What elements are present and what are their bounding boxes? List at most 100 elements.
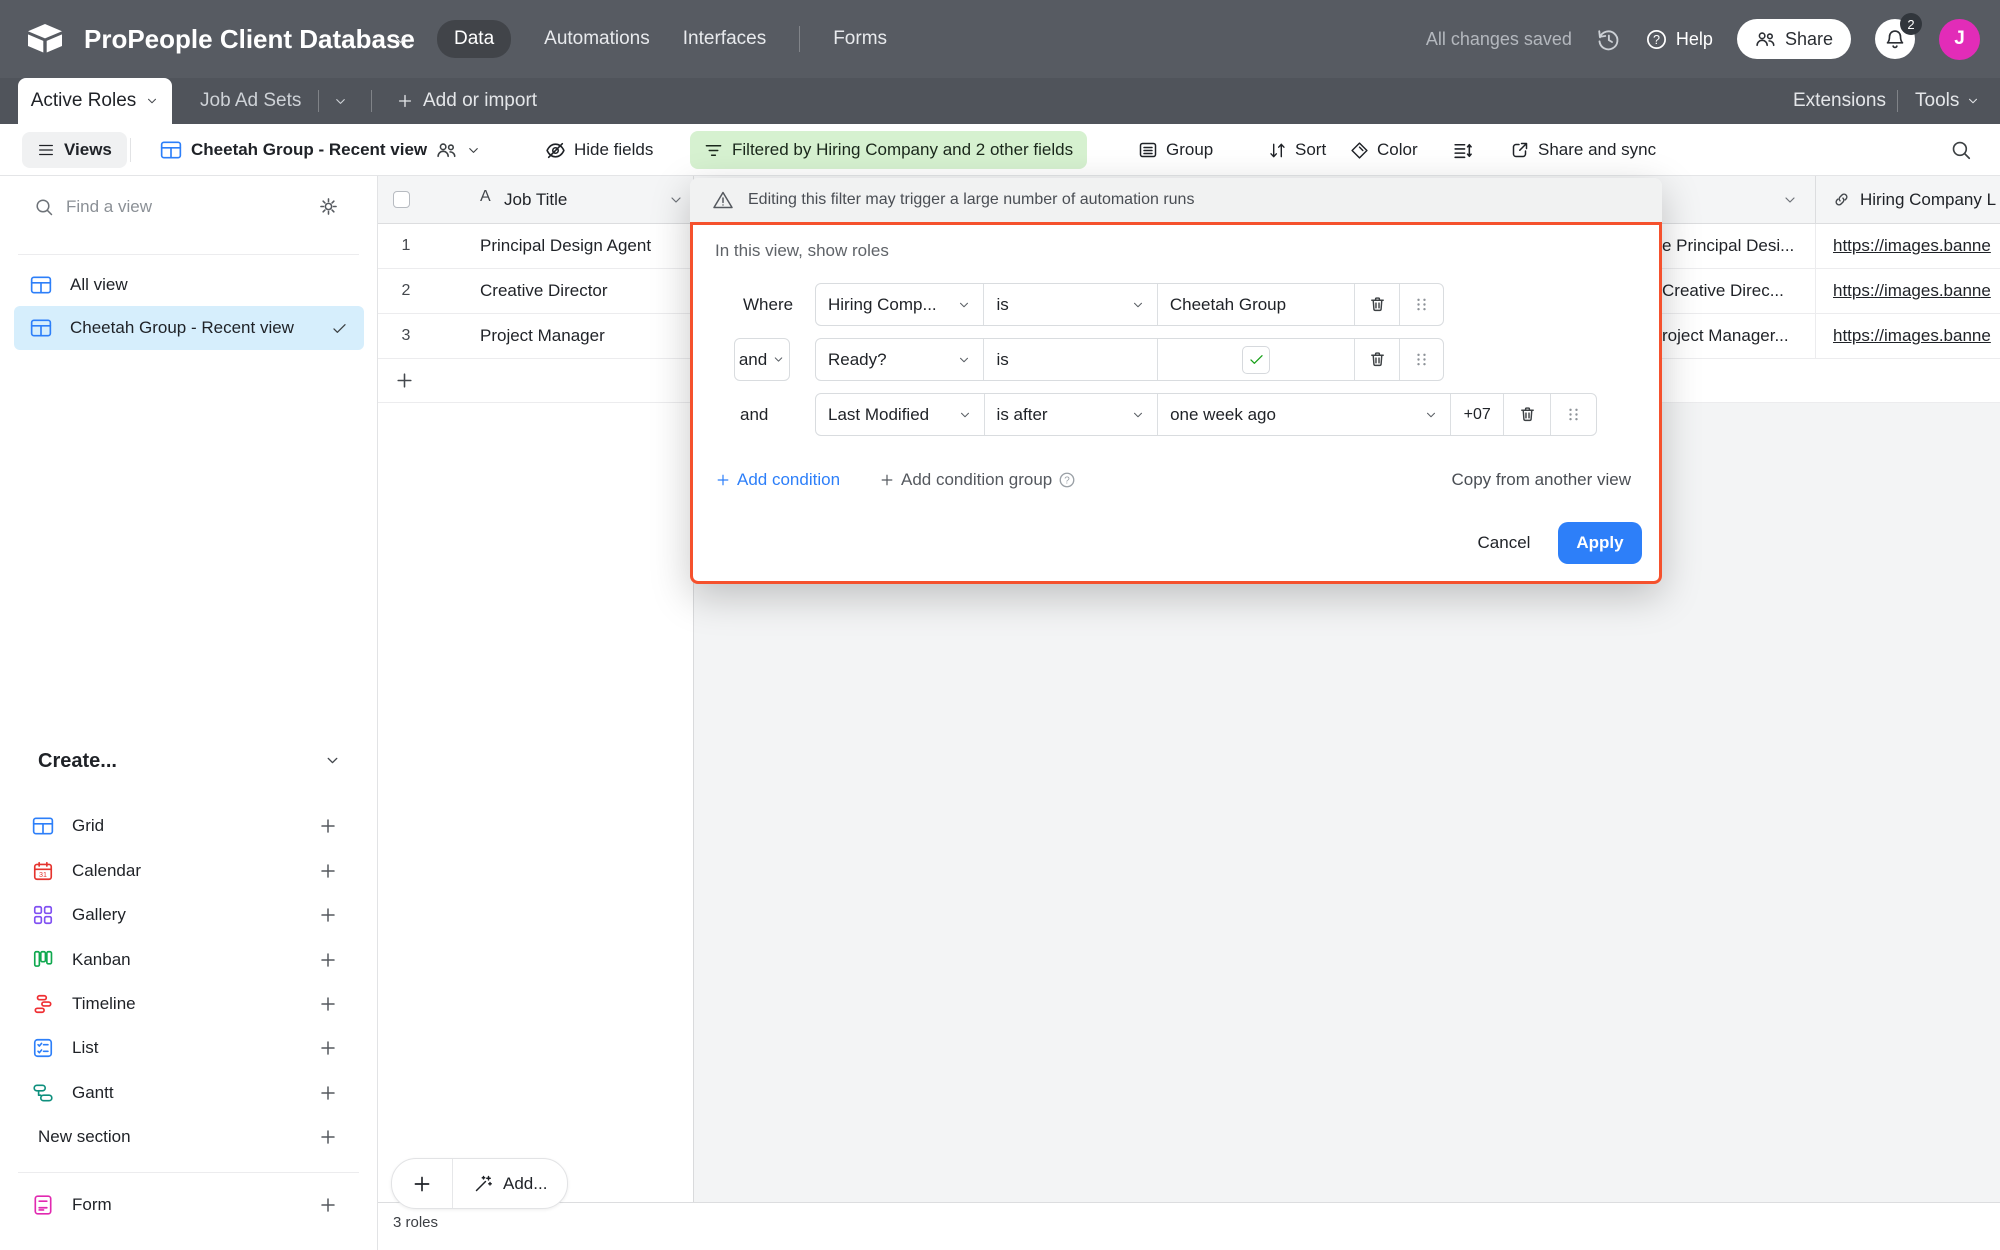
cell-truncated[interactable]: e Principal Desi... [1662,224,1812,268]
create-section-header[interactable]: Create... [38,750,117,773]
create-collapse-chevron-icon[interactable] [324,752,341,769]
field-select[interactable]: Last Modified [816,394,984,435]
row-number[interactable]: 2 [388,269,424,313]
conjunction-select[interactable]: and [734,338,790,381]
create-list-item[interactable]: List [0,1026,378,1070]
row-number[interactable]: 1 [388,224,424,268]
views-button[interactable]: Views [22,132,127,168]
operator-select[interactable]: is [983,284,1156,325]
notifications-button[interactable]: 2 [1875,19,1915,59]
share-and-sync-button[interactable]: Share and sync [1510,124,1656,176]
create-new-section-item[interactable]: New section [0,1115,378,1159]
column-menu-chevron-icon[interactable] [668,192,684,208]
add-gantt-view-button[interactable] [318,1083,338,1103]
extensions-button[interactable]: Extensions [1793,78,1886,124]
sort-button[interactable]: Sort [1268,124,1326,176]
timeline-icon [32,993,54,1015]
create-gantt-item[interactable]: Gantt [0,1071,378,1115]
add-record-button[interactable] [392,1159,452,1208]
value-input[interactable]: Cheetah Group [1157,284,1354,325]
add-condition-group-button[interactable]: Add condition group [879,465,1076,495]
sidebar-view-all[interactable]: All view [14,263,364,307]
tab-active-roles[interactable]: Active Roles [18,78,172,124]
hide-fields-button[interactable]: Hide fields [545,124,653,176]
history-icon[interactable] [1596,27,1621,52]
nav-tab-forms[interactable]: Forms [833,28,887,50]
column-header-hiring-company[interactable]: Hiring Company L [1815,176,2000,223]
color-button[interactable]: Color [1350,124,1418,176]
cell-link[interactable]: https://images.banne [1815,224,2000,269]
help-button[interactable]: Help [1645,28,1713,51]
cell-link[interactable]: https://images.banne [1815,269,2000,314]
create-calendar-item[interactable]: Calendar [0,849,378,893]
search-icon[interactable] [1950,139,1972,161]
cell-job-title[interactable]: Project Manager [480,314,605,358]
add-or-import-button[interactable]: Add or import [396,78,537,124]
add-grid-view-button[interactable] [318,816,338,836]
toolbar-divider [130,138,131,162]
field-select[interactable]: Ready? [816,339,983,380]
add-list-view-button[interactable] [318,1038,338,1058]
cell-link[interactable]: https://images.banne [1815,314,2000,359]
filter-dialog-body: In this view, show roles Where Hiring Co… [690,222,1662,584]
create-kanban-item[interactable]: Kanban [0,938,378,982]
drag-handle[interactable] [1399,284,1443,325]
select-all-checkbox[interactable] [393,191,410,208]
add-form-view-button[interactable] [318,1195,338,1215]
view-switcher[interactable]: Cheetah Group - Recent view [160,124,481,176]
grid-footer-bar [378,1202,2000,1250]
create-gallery-item[interactable]: Gallery [0,893,378,937]
cell-truncated[interactable]: Creative Direc... [1662,269,1812,313]
operator-select[interactable]: is [983,339,1156,380]
copy-from-view-button[interactable]: Copy from another view [1451,465,1631,495]
apply-button[interactable]: Apply [1558,522,1642,564]
column-menu-chevron-icon[interactable] [1782,192,1798,208]
user-avatar[interactable]: J [1939,19,1980,60]
tables-chevron-icon[interactable] [333,94,348,109]
add-section-button[interactable] [318,1127,338,1147]
add-with-ai-button[interactable]: Add... [453,1159,567,1208]
nav-tab-data[interactable]: Data [437,20,511,58]
timezone-offset[interactable]: +07 [1450,394,1503,435]
help-circle-icon[interactable] [1058,471,1076,489]
delete-condition-button[interactable] [1354,284,1399,325]
external-link-icon [1510,140,1530,160]
share-button[interactable]: Share [1737,19,1851,59]
add-kanban-view-button[interactable] [318,950,338,970]
create-grid-item[interactable]: Grid [0,804,378,848]
column-header-job-title[interactable]: Job Title [504,176,567,223]
find-view-input[interactable] [64,188,278,226]
airtable-logo-icon[interactable] [26,22,64,55]
filter-button[interactable]: Filtered by Hiring Company and 2 other f… [690,131,1087,169]
cell-job-title[interactable]: Creative Director [480,269,608,313]
create-form-item[interactable]: Form [0,1183,378,1227]
tools-button[interactable]: Tools [1915,78,1980,124]
group-button[interactable]: Group [1138,124,1213,176]
delete-condition-button[interactable] [1503,394,1550,435]
cancel-button[interactable]: Cancel [1472,522,1536,564]
create-timeline-item[interactable]: Timeline [0,982,378,1026]
add-timeline-view-button[interactable] [318,994,338,1014]
cell-job-title[interactable]: Principal Design Agent [480,224,651,268]
drag-handle[interactable] [1399,339,1443,380]
delete-condition-button[interactable] [1354,339,1399,380]
value-select[interactable]: one week ago [1157,394,1450,435]
nav-tab-interfaces[interactable]: Interfaces [683,28,766,50]
cell-truncated[interactable]: roject Manager... [1662,314,1812,358]
sidebar-view-cheetah-selected[interactable]: Cheetah Group - Recent view [14,306,364,350]
view-settings-gear-icon[interactable] [318,196,339,217]
row-height-button[interactable] [1452,124,1473,176]
add-gallery-view-button[interactable] [318,905,338,925]
row-number[interactable]: 3 [388,314,424,358]
checked-checkbox[interactable] [1242,346,1270,374]
drag-handle[interactable] [1550,394,1596,435]
field-select[interactable]: Hiring Comp... [816,284,983,325]
grid-view-icon [30,274,52,296]
app-title-chevron-icon[interactable] [393,33,408,48]
add-calendar-view-button[interactable] [318,861,338,881]
nav-tab-automations[interactable]: Automations [544,28,650,50]
add-condition-button[interactable]: Add condition [715,465,840,495]
sidebar-divider [18,254,359,255]
tab-job-ad-sets[interactable]: Job Ad Sets [200,78,301,124]
operator-select[interactable]: is after [984,394,1158,435]
